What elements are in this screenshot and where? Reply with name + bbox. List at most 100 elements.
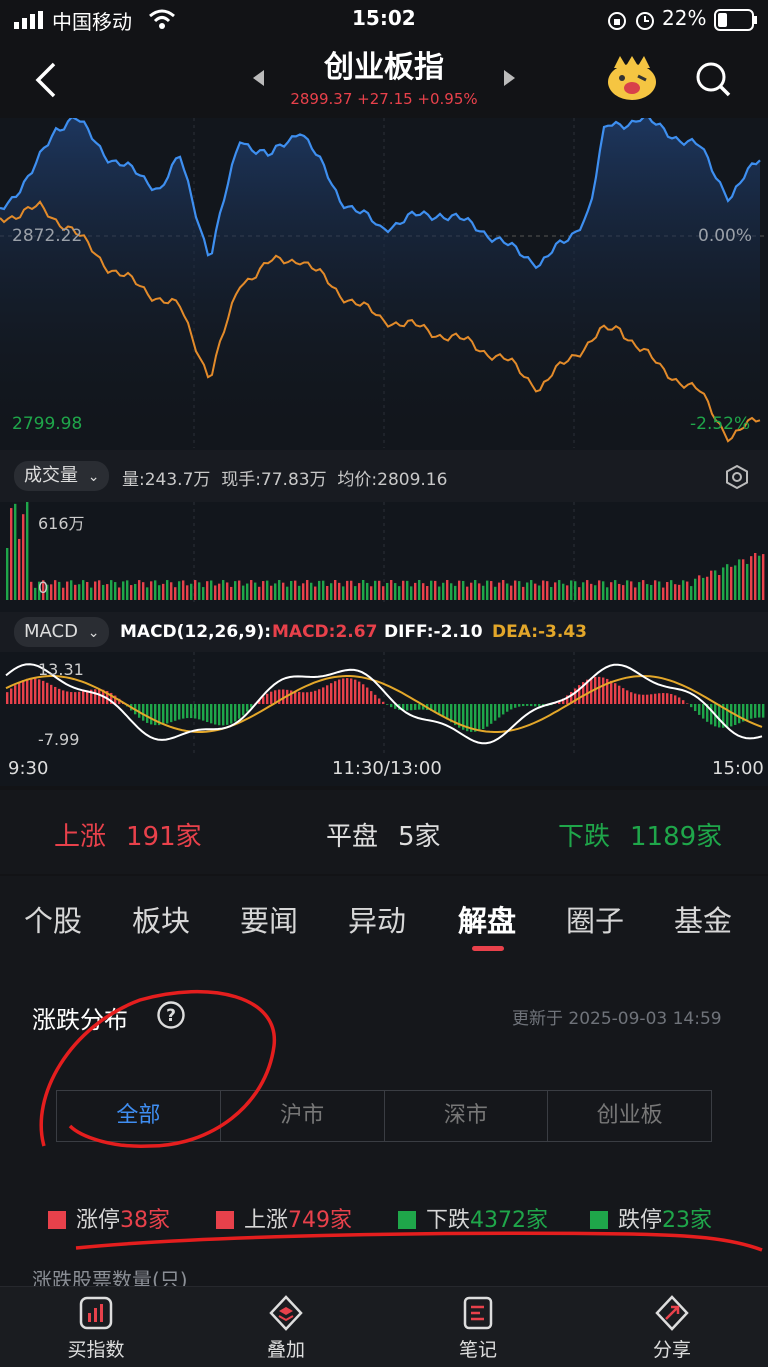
y-axis-bottom-label: 2799.98: [12, 414, 83, 434]
volume-dropdown[interactable]: 成交量 ⌄: [14, 461, 110, 491]
macd-bar: [210, 704, 213, 724]
volume-bar: [514, 580, 517, 600]
volume-bar: [698, 575, 701, 600]
volume-bar: [58, 581, 61, 600]
macd-bar: [670, 693, 673, 704]
macd-bar: [186, 704, 189, 719]
macd-bar: [270, 691, 273, 704]
volume-bar: [570, 580, 573, 600]
macd-bar: [650, 694, 653, 704]
volume-bar: [530, 580, 533, 600]
volume-bar: [746, 563, 749, 600]
active-tab-indicator: [472, 946, 504, 951]
annotation-circle: [39, 989, 276, 1148]
volume-bar: [298, 585, 301, 600]
volume-bar: [286, 586, 289, 600]
buy-index-button[interactable]: 买指数: [46, 1295, 146, 1362]
volume-bar: [178, 581, 181, 600]
volume-bar: [10, 508, 13, 600]
volume-bar: [494, 586, 497, 600]
macd-bar: [238, 704, 241, 719]
tab-sectors[interactable]: 板块: [132, 898, 190, 940]
volume-bar: [290, 580, 293, 600]
intraday-chart[interactable]: 2872.22 0.00% 2799.98 -2.52% 成交量 ⌄ 量:243…: [0, 114, 768, 786]
volume-bar: [258, 586, 261, 600]
volume-bar: [578, 587, 581, 600]
volume-bar: [330, 583, 333, 600]
volume-dropdown-label: 成交量: [24, 465, 78, 486]
overlay-button[interactable]: 叠加: [236, 1295, 336, 1362]
macd-bar: [746, 704, 749, 720]
volume-bar: [498, 582, 501, 600]
macd-bar: [646, 694, 649, 704]
updated-time: 更新于 2025-09-03 14:59: [512, 1009, 722, 1029]
macd-bar: [698, 704, 701, 715]
next-index-icon[interactable]: [502, 68, 518, 92]
macd-bar: [6, 692, 9, 704]
macd-bar: [162, 704, 165, 725]
segment-chinext[interactable]: 创业板: [548, 1091, 711, 1141]
settings-icon[interactable]: [724, 464, 750, 494]
volume-bar: [226, 582, 229, 600]
macd-bar: [658, 693, 661, 704]
macd-bar: [322, 687, 325, 704]
limit-down-swatch: [590, 1211, 608, 1229]
share-button[interactable]: 分享: [622, 1295, 722, 1362]
macd-bar: [726, 704, 729, 728]
tab-funds[interactable]: 基金: [674, 898, 732, 940]
search-icon[interactable]: [694, 60, 732, 102]
volume-bar: [314, 586, 317, 600]
volume-bar: [706, 576, 709, 600]
volume-bar: [666, 582, 669, 600]
volume-bar: [218, 583, 221, 600]
macd-bar: [762, 704, 765, 718]
tab-news[interactable]: 要闻: [240, 898, 298, 940]
volume-bar: [610, 582, 613, 600]
volume-bar: [166, 580, 169, 600]
macd-params: MACD(12,26,9):: [120, 622, 272, 642]
volume-bar: [294, 580, 297, 600]
volume-info: 量:243.7万 现手:77.83万 均价:2809.16: [122, 470, 448, 490]
volume-bar: [402, 580, 405, 600]
macd-bar: [694, 704, 697, 712]
macd-bar: [330, 683, 333, 704]
time-end: 15:00: [712, 758, 764, 779]
notes-button[interactable]: 笔记: [428, 1295, 528, 1362]
lock-rotation-icon: [606, 10, 628, 37]
volume-bar: [714, 570, 717, 600]
volume-bar: [342, 586, 345, 600]
tab-movers[interactable]: 异动: [348, 898, 406, 940]
volume-max-label: 616万: [38, 514, 85, 533]
macd-bar: [522, 704, 525, 707]
tab-community[interactable]: 圈子: [566, 898, 624, 940]
volume-bar: [346, 580, 349, 600]
volume-bar: [142, 582, 145, 600]
volume-bar: [130, 585, 133, 600]
volume-bar: [206, 581, 209, 600]
macd-bar: [70, 692, 73, 704]
volume-bar: [374, 580, 377, 600]
macd-bar: [194, 704, 197, 719]
tab-stocks[interactable]: 个股: [24, 898, 82, 940]
macd-dropdown[interactable]: MACD ⌄: [14, 617, 110, 647]
mascot-icon[interactable]: [606, 54, 658, 106]
macd-bar: [730, 704, 733, 727]
alarm-icon: [634, 9, 656, 36]
macd-bar: [354, 679, 357, 704]
tab-analysis[interactable]: 解盘: [458, 898, 516, 940]
segment-shenzhen[interactable]: 深市: [385, 1091, 549, 1141]
macd-bar: [314, 690, 317, 704]
volume-bar: [266, 580, 269, 600]
macd-bar: [526, 704, 529, 706]
share-icon: [654, 1295, 690, 1331]
macd-bar: [406, 704, 409, 711]
volume-bar: [30, 581, 33, 600]
macd-bar: [150, 704, 153, 725]
volume-bar: [718, 575, 721, 600]
macd-bar: [410, 704, 413, 711]
macd-bar: [26, 678, 29, 704]
volume-bar: [214, 585, 217, 600]
volume-bar: [590, 583, 593, 600]
volume-bar: [474, 580, 477, 600]
volume-bar: [586, 580, 589, 600]
